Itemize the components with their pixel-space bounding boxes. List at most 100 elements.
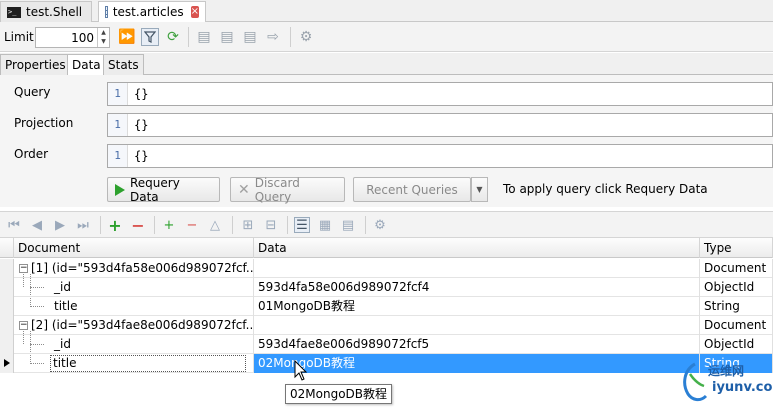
chevron-down-icon[interactable]: ▼ [471, 177, 488, 202]
add-field-icon[interactable]: + [161, 217, 177, 233]
projection-editor[interactable]: 1 {} [107, 113, 773, 137]
data-cell[interactable]: 593d4fae8e006d989072fcf5 [254, 335, 700, 354]
line-number: 1 [108, 83, 128, 105]
table-row-selected[interactable]: title 02MongoDB教程 String [0, 354, 773, 373]
document-tab-bar: >_ test.Shell test.articles × [0, 0, 773, 23]
limit-spinner[interactable]: ▲ ▼ [35, 27, 110, 48]
document-label: [1] (id="593d4fa58e006d989072fcf... [31, 261, 254, 275]
data-cell[interactable] [254, 259, 700, 278]
field-name[interactable]: title [50, 355, 246, 372]
table-view-icon[interactable]: ▦ [317, 217, 333, 233]
tab-label: test.Shell [26, 5, 83, 19]
type-cell: ObjectId [700, 335, 773, 354]
watermark-text: 运维网 [708, 364, 745, 378]
limit-input[interactable] [36, 28, 96, 47]
type-cell: Document [700, 259, 773, 278]
move-up-icon[interactable]: △ [207, 217, 223, 233]
cell-tooltip: 02MongoDB教程 [285, 384, 393, 404]
table-row[interactable]: − [2] (id="593d4fae8e006d989072fcf... Doc… [0, 316, 773, 335]
tab-stats[interactable]: Stats [103, 54, 144, 75]
document-grid: Document Data Type − [1] (id="593d4fa58e0… [0, 238, 773, 408]
last-page-icon[interactable]: ⏭ [75, 217, 91, 233]
watermark-url: iyunv.com [712, 380, 773, 395]
mouse-cursor-icon [294, 360, 308, 381]
query-toolbar: Limit ▲ ▼ ⏩ ⟳ ▤ ▤ ▤ ⇨ ⚙ [0, 22, 773, 52]
spin-up-icon[interactable]: ▲ [98, 28, 109, 37]
query-editor[interactable]: 1 {} [107, 82, 773, 106]
spin-down-icon[interactable]: ▼ [98, 37, 109, 46]
type-cell: Document [700, 316, 773, 335]
query-label: Query [14, 85, 51, 99]
remove-icon[interactable]: − [130, 216, 146, 235]
projection-label: Projection [14, 116, 74, 130]
table-icon [105, 6, 108, 18]
collapse-all-icon[interactable]: ⊟ [263, 217, 279, 233]
copy-doc-icon[interactable]: ▤ [195, 28, 213, 46]
table-row[interactable]: − [1] (id="593d4fa58e006d989072fcf... Doc… [0, 259, 773, 278]
logo-icon [683, 362, 708, 402]
prev-page-icon[interactable]: ◀ [29, 217, 45, 233]
shell-icon: >_ [7, 6, 21, 18]
table-row[interactable]: _id 593d4fa58e006d989072fcf4 ObjectId [0, 278, 773, 297]
watermark-logo: 运维网 iyunv.com [680, 358, 773, 408]
grid-toolbar: ⏮ ◀ ▶ ⏭ + − + − △ ⊞ ⊟ ☰ ▦ ▤ ⚙ [0, 211, 773, 238]
line-number: 1 [108, 145, 128, 167]
view-doc-icon[interactable]: ▤ [241, 28, 259, 46]
query-text[interactable]: {} [128, 83, 148, 105]
fast-forward-icon[interactable]: ⏩ [118, 28, 136, 46]
expand-all-icon[interactable]: ⊞ [240, 217, 256, 233]
text-view-icon[interactable]: ▤ [340, 217, 356, 233]
order-text[interactable]: {} [128, 145, 148, 167]
requery-button[interactable]: Requery Data [107, 175, 220, 204]
gear-icon[interactable]: ⚙ [297, 28, 315, 46]
next-page-icon[interactable]: ▶ [52, 217, 68, 233]
column-document[interactable]: Document [14, 238, 254, 258]
refresh-icon[interactable]: ⟳ [164, 28, 182, 46]
field-name[interactable]: _id [14, 335, 254, 354]
tab-test-shell[interactable]: >_ test.Shell [0, 1, 92, 22]
close-icon: ✕ [238, 181, 250, 198]
data-cell[interactable]: 593d4fa58e006d989072fcf4 [254, 278, 700, 297]
tab-test-articles[interactable]: test.articles × [98, 1, 206, 23]
filter-icon[interactable] [141, 28, 159, 46]
edit-doc-icon[interactable]: ▤ [218, 28, 236, 46]
tree-view-icon[interactable]: ☰ [294, 217, 310, 233]
order-label: Order [14, 147, 49, 161]
data-cell[interactable]: 01MongoDB教程 [254, 297, 700, 316]
close-icon[interactable]: × [190, 6, 199, 18]
requery-label: Requery Data [130, 175, 180, 204]
first-page-icon[interactable]: ⏮ [6, 217, 22, 233]
recent-label: Recent Queries [366, 182, 458, 197]
play-icon [115, 183, 125, 196]
document-label: [2] (id="593d4fae8e006d989072fcf... [31, 318, 254, 332]
export-icon[interactable]: ⇨ [264, 28, 282, 46]
current-row-icon [4, 359, 10, 367]
query-panel: Query 1 {} Projection 1 {} Order 1 {} Re… [0, 75, 773, 207]
field-name[interactable]: _id [14, 278, 254, 297]
collapse-icon[interactable]: − [19, 321, 28, 330]
projection-text[interactable]: {} [128, 114, 148, 136]
query-hint: To apply query click Requery Data [503, 182, 708, 196]
data-cell[interactable] [254, 316, 700, 335]
spin-buttons[interactable]: ▲ ▼ [97, 28, 109, 47]
view-tab-bar: Properties Data Stats [0, 53, 773, 76]
gear-icon[interactable]: ⚙ [372, 217, 388, 233]
tab-data[interactable]: Data [67, 54, 106, 76]
collapse-icon[interactable]: − [19, 264, 28, 273]
remove-field-icon[interactable]: − [184, 217, 200, 233]
line-number: 1 [108, 114, 128, 136]
limit-label: Limit [4, 29, 34, 44]
table-row[interactable]: _id 593d4fae8e006d989072fcf5 ObjectId [0, 335, 773, 354]
discard-label: Discard Query [254, 175, 300, 204]
discard-query-button[interactable]: ✕ Discard Query [230, 175, 345, 204]
column-data[interactable]: Data [254, 238, 700, 258]
tab-properties[interactable]: Properties [0, 54, 71, 75]
field-name[interactable]: title [14, 297, 254, 316]
column-type[interactable]: Type [700, 238, 773, 258]
table-row[interactable]: title 01MongoDB教程 String [0, 297, 773, 316]
tab-label: test.articles [112, 5, 184, 19]
recent-queries-button[interactable]: Recent Queries [353, 177, 471, 202]
order-editor[interactable]: 1 {} [107, 144, 773, 168]
data-cell[interactable]: 02MongoDB教程 [254, 354, 700, 373]
add-icon[interactable]: + [107, 216, 123, 235]
